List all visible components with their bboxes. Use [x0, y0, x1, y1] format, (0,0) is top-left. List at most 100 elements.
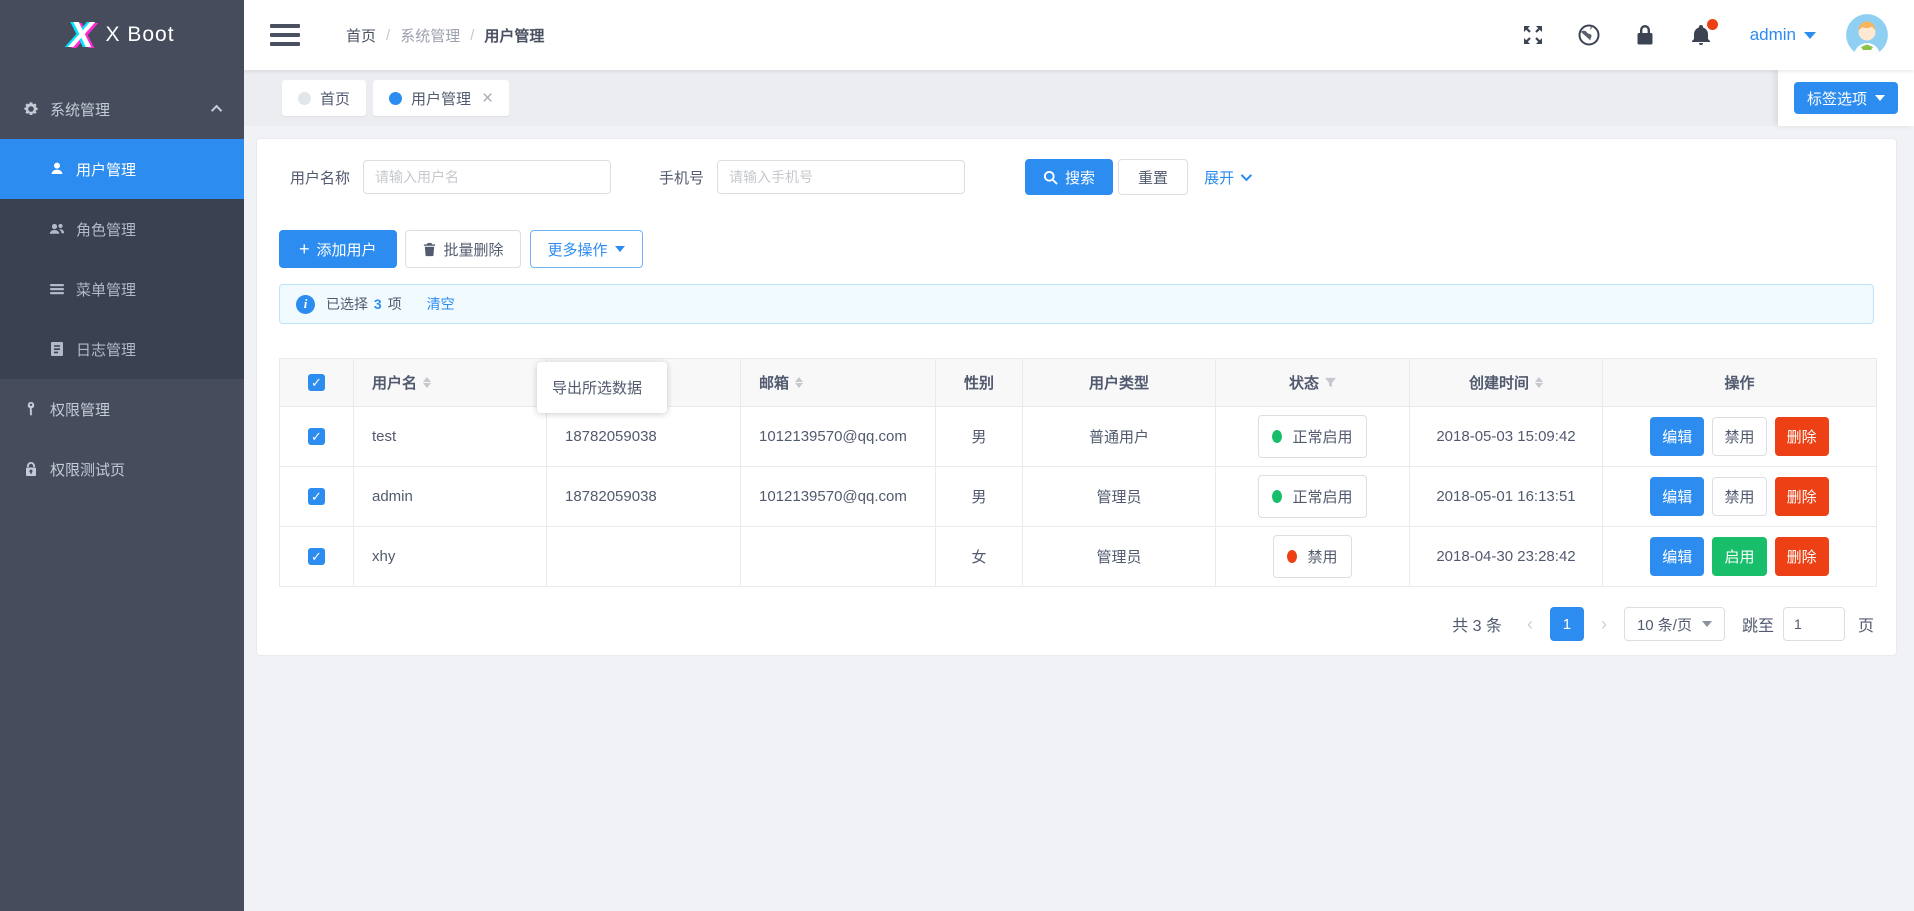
- page-number-active[interactable]: 1: [1550, 607, 1584, 641]
- sort-icon[interactable]: [423, 377, 431, 388]
- status-dot-icon: [1272, 490, 1282, 503]
- status-label: 禁用: [1307, 546, 1337, 567]
- tab-label: 首页: [320, 88, 350, 109]
- prev-page-icon[interactable]: ‹: [1519, 614, 1541, 635]
- expand-link[interactable]: 展开: [1204, 167, 1249, 188]
- column-header-username: 用户名: [372, 372, 417, 393]
- disable-button[interactable]: 禁用: [1712, 477, 1766, 516]
- tab-label: 用户管理: [411, 88, 471, 109]
- edit-button[interactable]: 编辑: [1650, 477, 1704, 516]
- hamburger-menu-button[interactable]: [270, 24, 300, 46]
- selection-alert: i 已选择 3 项 清空: [279, 284, 1874, 324]
- table-row: ✓ test 18782059038 1012139570@qq.com 男 普…: [280, 407, 1877, 467]
- brand-logo: X X Boot: [0, 0, 244, 70]
- users-icon: [48, 220, 66, 238]
- tags-bar: 首页 用户管理 × 标签选项: [244, 70, 1914, 126]
- search-button[interactable]: 搜索: [1025, 159, 1113, 195]
- app-root: X X Boot 系统管理 用户管理 角色管理: [0, 0, 1914, 911]
- disable-button[interactable]: 禁用: [1712, 417, 1766, 456]
- table-header-row: ✓ 用户名 手机 邮箱 性别 用户类型 状态 创建时间 操作: [280, 359, 1877, 407]
- row-checkbox[interactable]: ✓: [308, 488, 325, 505]
- tab-home[interactable]: 首页: [282, 80, 366, 116]
- tag-options-label: 标签选项: [1807, 88, 1867, 109]
- cell-usertype: 管理员: [1023, 467, 1216, 527]
- unlock-icon: [22, 460, 40, 478]
- column-header-gender: 性别: [964, 375, 994, 392]
- cell-username: admin: [354, 467, 547, 527]
- clear-selection-link[interactable]: 清空: [427, 294, 455, 314]
- tag-options-button[interactable]: 标签选项: [1794, 82, 1898, 114]
- user-dropdown[interactable]: admin: [1750, 25, 1816, 45]
- status-label: 正常启用: [1292, 426, 1352, 447]
- edit-button[interactable]: 编辑: [1650, 417, 1704, 456]
- edit-button[interactable]: 编辑: [1650, 537, 1704, 576]
- tab-user-management[interactable]: 用户管理 ×: [373, 80, 509, 116]
- breadcrumb-separator: /: [386, 27, 390, 44]
- sidebar-item-label: 角色管理: [76, 219, 136, 240]
- trash-icon: [422, 242, 437, 257]
- sort-icon[interactable]: [1535, 377, 1543, 388]
- tab-dot-icon: [298, 92, 311, 105]
- jump-page-input[interactable]: [1783, 607, 1845, 641]
- breadcrumb-system[interactable]: 系统管理: [400, 25, 460, 46]
- user-table: ✓ 用户名 手机 邮箱 性别 用户类型 状态 创建时间 操作 ✓ test 18…: [279, 358, 1877, 587]
- sidebar-item-label: 日志管理: [76, 339, 136, 360]
- enable-button[interactable]: 启用: [1712, 537, 1766, 576]
- status-badge: 正常启用: [1258, 475, 1366, 518]
- batch-delete-button[interactable]: 批量删除: [405, 230, 521, 268]
- close-icon[interactable]: ×: [482, 89, 493, 108]
- phone-field-label: 手机号: [659, 167, 704, 188]
- sidebar-item-permission-management[interactable]: 权限管理: [0, 379, 244, 439]
- breadcrumb-home[interactable]: 首页: [346, 25, 376, 46]
- more-actions-button[interactable]: 更多操作: [530, 230, 643, 268]
- username-input[interactable]: [363, 160, 611, 194]
- select-all-checkbox[interactable]: ✓: [308, 374, 325, 391]
- page-size-select[interactable]: 10 条/页: [1624, 607, 1725, 641]
- delete-button[interactable]: 删除: [1775, 417, 1829, 456]
- add-user-button[interactable]: + 添加用户: [279, 230, 397, 268]
- delete-button[interactable]: 删除: [1775, 537, 1829, 576]
- sidebar-item-menu-management[interactable]: 菜单管理: [0, 259, 244, 319]
- breadcrumb-separator: /: [470, 27, 474, 44]
- row-checkbox[interactable]: ✓: [308, 428, 325, 445]
- globe-icon[interactable]: [1576, 22, 1602, 48]
- selection-text: 已选择 3 项: [326, 294, 402, 314]
- reset-button[interactable]: 重置: [1118, 159, 1188, 195]
- cell-email: 1012139570@qq.com: [759, 425, 919, 449]
- reset-button-label: 重置: [1138, 167, 1168, 188]
- brand-name: X Boot: [105, 23, 174, 47]
- delete-button[interactable]: 删除: [1775, 477, 1829, 516]
- search-button-label: 搜索: [1065, 167, 1095, 188]
- top-header: 首页 / 系统管理 / 用户管理 admin: [244, 0, 1914, 70]
- filter-funnel-icon[interactable]: [1325, 377, 1336, 388]
- column-header-usertype: 用户类型: [1089, 375, 1149, 392]
- sidebar-item-system-management[interactable]: 系统管理: [0, 79, 244, 139]
- phone-input[interactable]: [717, 160, 965, 194]
- status-dot-icon: [1287, 550, 1297, 563]
- gear-icon: [22, 100, 40, 118]
- cell-phone: [547, 527, 741, 587]
- username-field-label: 用户名称: [290, 167, 350, 188]
- cell-created: 2018-05-01 16:13:51: [1410, 467, 1603, 527]
- status-label: 正常启用: [1292, 486, 1352, 507]
- pagination: 共 3 条 ‹ 1 › 10 条/页 跳至 页: [279, 607, 1874, 641]
- pagination-total: 共 3 条: [1452, 612, 1502, 636]
- avatar[interactable]: [1846, 14, 1888, 56]
- selection-label: 已选择: [326, 296, 368, 312]
- status-badge: 禁用: [1273, 535, 1351, 578]
- sidebar-item-permission-test-page[interactable]: 权限测试页: [0, 439, 244, 499]
- sidebar-item-role-management[interactable]: 角色管理: [0, 199, 244, 259]
- dropdown-item-export[interactable]: 导出所选数据: [537, 369, 667, 406]
- next-page-icon[interactable]: ›: [1593, 614, 1615, 635]
- row-checkbox[interactable]: ✓: [308, 548, 325, 565]
- sort-icon[interactable]: [795, 377, 803, 388]
- bell-icon[interactable]: [1688, 22, 1714, 48]
- sidebar-item-user-management[interactable]: 用户管理: [0, 139, 244, 199]
- cell-gender: 男: [936, 467, 1023, 527]
- lock-icon[interactable]: [1632, 22, 1658, 48]
- fullscreen-icon[interactable]: [1520, 22, 1546, 48]
- brand-x-glyph: X: [69, 14, 91, 56]
- sidebar-item-label: 系统管理: [50, 99, 110, 120]
- toolbar: + 添加用户 批量删除 更多操作 导出所选数据: [279, 230, 1874, 268]
- sidebar-item-log-management[interactable]: 日志管理: [0, 319, 244, 379]
